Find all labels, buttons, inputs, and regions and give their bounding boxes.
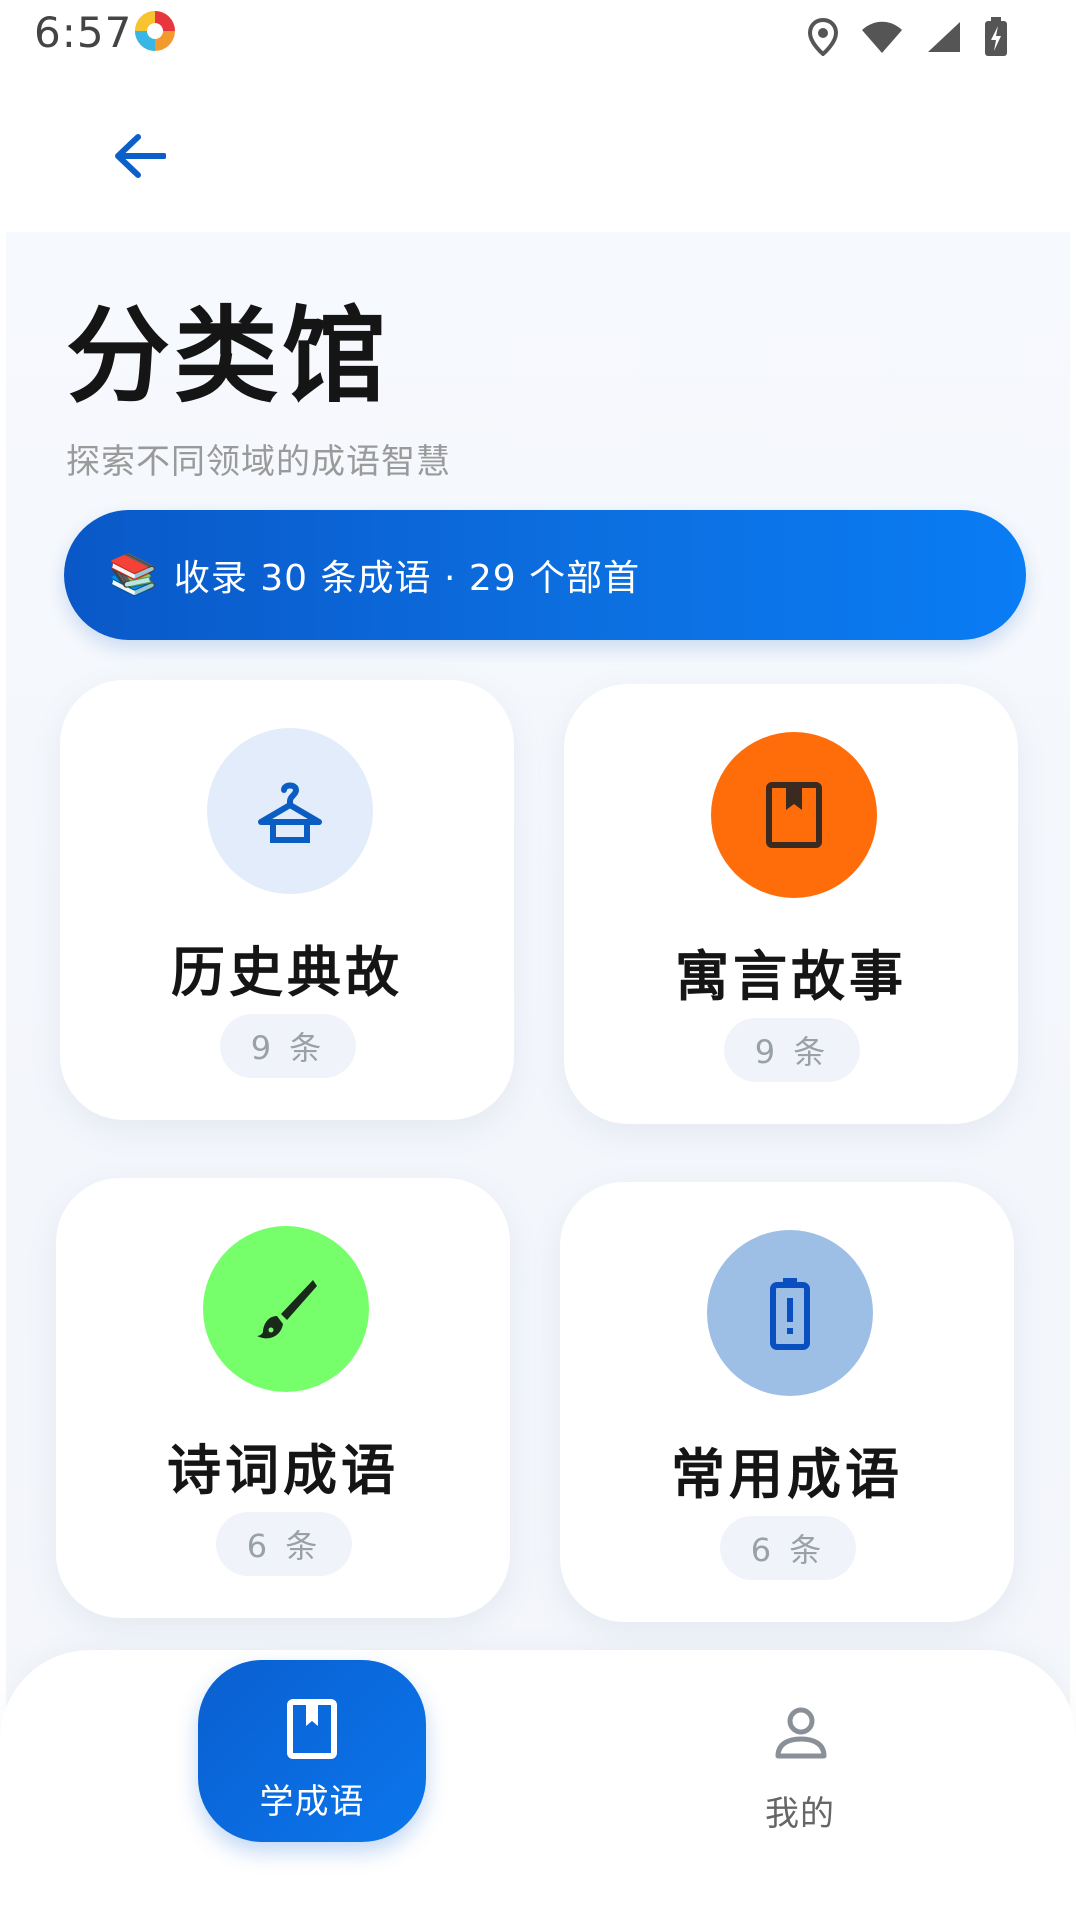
hanger-icon xyxy=(258,782,322,843)
person-icon xyxy=(775,1707,827,1759)
book-icon xyxy=(287,1699,337,1759)
category-card-history[interactable]: 历史典故 9 条 xyxy=(60,680,514,1120)
status-icons xyxy=(807,16,1008,62)
nav-tab-label: 学成语 xyxy=(259,1782,365,1822)
status-bar: 6:57 xyxy=(0,0,1076,70)
bottom-nav: 学成语 我的 xyxy=(0,1650,1076,1913)
book-icon xyxy=(766,782,822,848)
battery-alert-icon xyxy=(770,1278,810,1350)
arrow-left-icon xyxy=(115,134,166,178)
header-bar xyxy=(0,70,1076,232)
category-icon-circle xyxy=(207,728,373,894)
category-count: 9 条 xyxy=(724,1018,860,1082)
summary-text: 收录 30 条成语 · 29 个部首 xyxy=(173,558,641,599)
status-time: 6:57 xyxy=(34,8,133,57)
page-subtitle: 探索不同领域的成语智慧 xyxy=(66,442,451,482)
category-name: 寓言故事 xyxy=(675,945,907,1008)
summary-banner: 📚 收录 30 条成语 · 29 个部首 xyxy=(64,510,1026,640)
category-card-fable[interactable]: 寓言故事 9 条 xyxy=(564,684,1018,1124)
page-title: 分类馆 xyxy=(66,295,391,417)
category-name: 诗词成语 xyxy=(167,1439,399,1502)
page-root: 6:57 分类馆 探索不同领域的成语智慧 📚 收录 30 条成语 · 29 个部… xyxy=(0,0,1076,1913)
brush-icon xyxy=(257,1280,317,1339)
category-icon-circle xyxy=(707,1230,873,1396)
nav-tab-learn[interactable]: 学成语 xyxy=(198,1660,426,1842)
category-card-poetry[interactable]: 诗词成语 6 条 xyxy=(56,1178,510,1618)
nav-tab-label: 我的 xyxy=(765,1794,835,1834)
app-logo-icon xyxy=(132,8,178,54)
category-card-common[interactable]: 常用成语 6 条 xyxy=(560,1182,1014,1622)
nav-tab-mine[interactable]: 我的 xyxy=(720,1690,880,1840)
category-count: 6 条 xyxy=(720,1516,856,1580)
category-count: 6 条 xyxy=(216,1512,352,1576)
category-name: 常用成语 xyxy=(671,1443,903,1506)
back-button[interactable] xyxy=(108,124,172,188)
category-count: 9 条 xyxy=(220,1014,356,1078)
battery-charging-icon xyxy=(984,17,1008,61)
signal-icon xyxy=(926,20,962,58)
category-icon-circle xyxy=(203,1226,369,1392)
category-icon-circle xyxy=(711,732,877,898)
category-name: 历史典故 xyxy=(171,941,403,1004)
wifi-icon xyxy=(860,20,904,58)
books-icon: 📚 xyxy=(108,552,158,598)
location-icon xyxy=(807,17,839,60)
